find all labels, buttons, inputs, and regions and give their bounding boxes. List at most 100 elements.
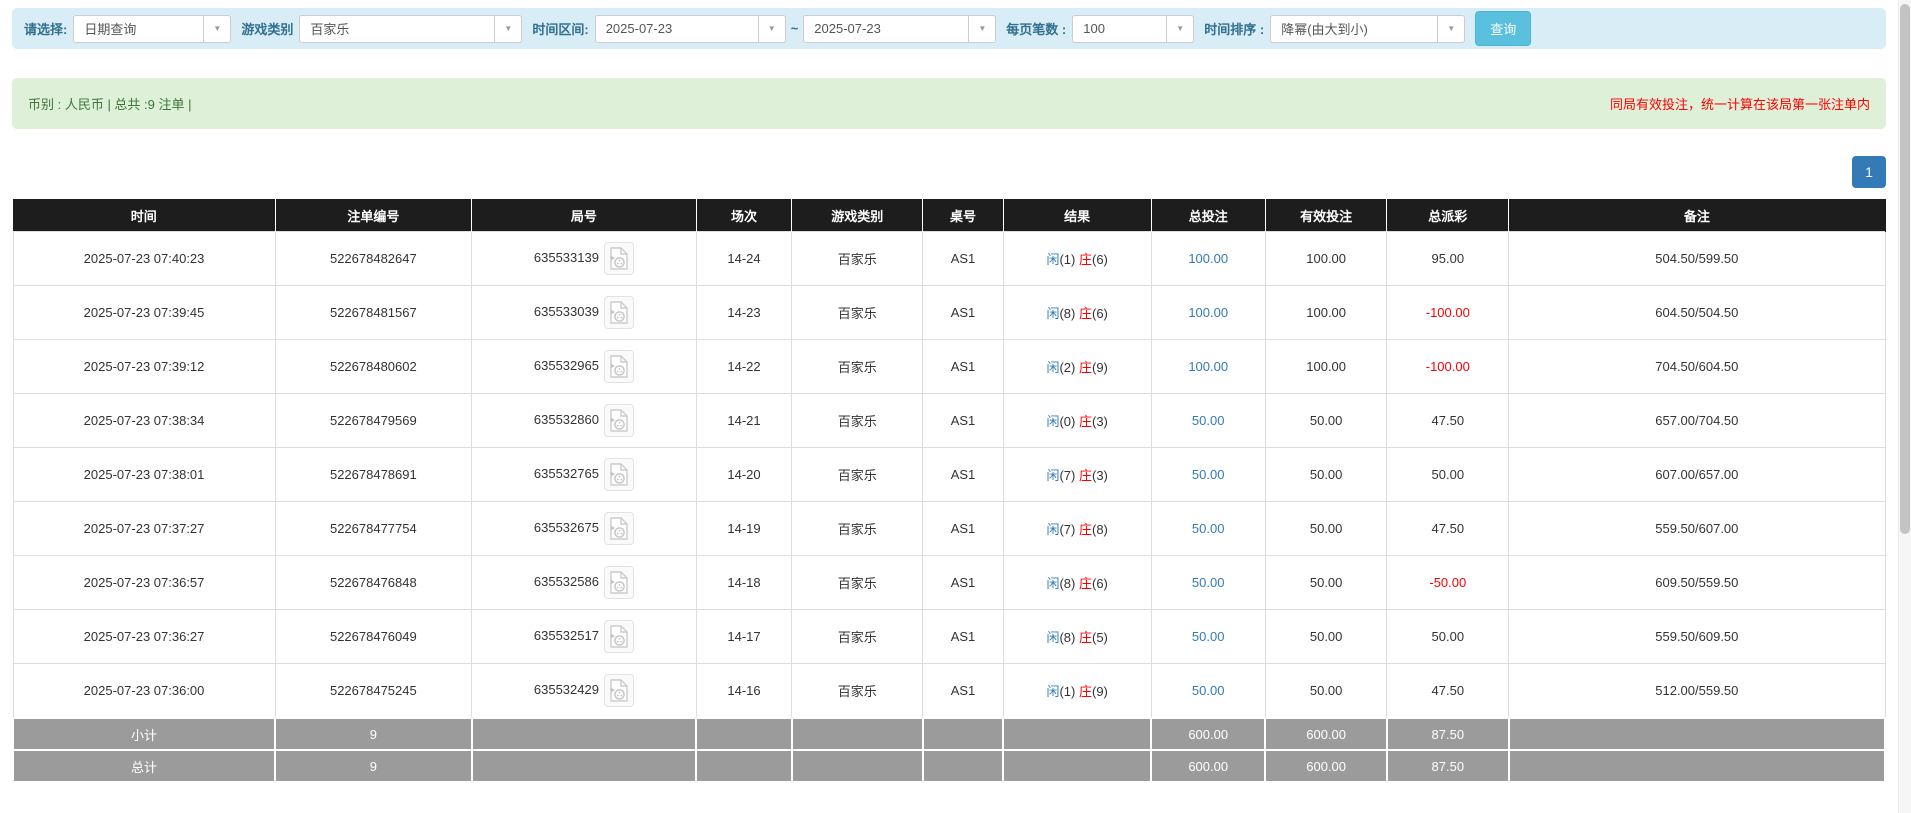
table-row: 2025-07-23 07:37:27 522678477754 6355326… [12,501,1886,556]
player-result-label: 闲 [1046,360,1060,375]
video-replay-button[interactable] [603,512,634,545]
subtotal-empty-cell [695,717,793,751]
note-cell: 559.50/609.50 [1508,609,1886,664]
valid-bet-cell: 50.00 [1264,447,1388,502]
chevron-down-icon: ▼ [968,15,995,42]
total-empty-cell [1002,749,1153,783]
bet-id-cell: 522678475245 [274,663,473,719]
subtotal-empty-cell [790,717,924,751]
total-bet-cell: 100.00 [1150,285,1266,340]
total-bet-link[interactable]: 50.00 [1192,467,1225,482]
page-size-select[interactable]: 100 ▼ [1072,14,1195,43]
round-cell: 635532517 [471,609,697,664]
round-cell: 635532675 [471,501,697,556]
payout-value: 50.00 [1431,629,1465,644]
table-no-cell: AS1 [922,447,1004,502]
table-no-cell: AS1 [922,339,1004,394]
column-header: 总派彩 [1386,199,1510,232]
total-bet-link[interactable]: 50.00 [1192,683,1225,698]
valid-bet-cell: 50.00 [1264,501,1388,556]
bet-id-cell: 522678479569 [274,393,473,448]
round-id: 635532586 [533,573,599,589]
filter-bar: 请选择: 日期查询 ▼ 游戏类别 百家乐 ▼ 时间区间: 2025-07-23 … [12,8,1886,49]
video-replay-button[interactable] [603,350,634,383]
video-file-icon [610,355,629,378]
table-no-cell: AS1 [922,555,1004,610]
column-header: 注单编号 [275,199,473,232]
date-to-select[interactable]: 2025-07-23 ▼ [803,14,997,43]
round-id: 635532765 [533,465,599,481]
range-separator: ~ [790,21,799,36]
total-row: 总计 9 600.00 600.00 87.50 [11,749,1887,783]
result-cell: 闲(8) 庄(5) [1002,609,1152,664]
banker-result-label: 庄 [1078,684,1092,699]
total-bet-link[interactable]: 100.00 [1188,251,1228,266]
video-replay-button[interactable] [603,242,634,275]
session-cell: 14-18 [695,555,793,610]
video-replay-button[interactable] [603,296,634,329]
video-replay-button[interactable] [603,404,634,437]
note-cell: 504.50/599.50 [1508,231,1886,286]
bet-records-table: 时间 注单编号 局号 场次 游戏类别 桌号 结果 总投注 有效投注 总派彩 备注 2025-07-2… [11,199,1887,783]
video-file-icon [610,409,629,432]
query-type-select[interactable]: 日期查询 ▼ [73,14,232,43]
time-sort-select[interactable]: 降幂(由大到小) ▼ [1270,14,1466,43]
total-bet-cell: 50.00 [1150,393,1266,448]
video-file-icon [610,247,629,270]
result-cell: 闲(1) 庄(6) [1002,231,1152,286]
scrollbar-thumb[interactable] [1900,4,1910,534]
total-empty-cell [470,749,698,783]
total-bet-link[interactable]: 50.00 [1192,521,1225,536]
payout-cell: 47.50 [1386,663,1510,719]
table-no-cell: AS1 [922,285,1004,340]
player-result-label: 闲 [1046,522,1060,537]
session-cell: 14-24 [695,231,793,286]
payout-cell: -100.00 [1386,285,1510,340]
session-cell: 14-23 [695,285,793,340]
total-empty-cell [695,749,793,783]
game-category-select[interactable]: 百家乐 ▼ [299,14,523,43]
player-result-label: 闲 [1046,252,1060,267]
table-no-cell: AS1 [922,393,1004,448]
total-bet-link[interactable]: 100.00 [1188,359,1228,374]
chevron-down-icon: ▼ [494,15,521,42]
subtotal-count: 9 [274,717,473,751]
round-id: 635532517 [533,627,599,643]
video-replay-button[interactable] [603,674,634,707]
banker-result-score: (9) [1092,684,1108,699]
total-bet-link[interactable]: 50.00 [1192,413,1225,428]
total-bet-cell: 100.00 [1150,339,1266,394]
banker-result-score: (9) [1092,360,1108,375]
note-cell: 607.00/657.00 [1508,447,1886,502]
player-result-label: 闲 [1046,414,1060,429]
summary-bar: 币别 : 人民币 | 总共 :9 注单 | 同局有效投注，统一计算在该局第一张注… [12,78,1886,129]
video-replay-button[interactable] [603,458,634,491]
total-bet-link[interactable]: 50.00 [1192,629,1225,644]
total-bet-link[interactable]: 100.00 [1188,305,1228,320]
round-cell: 635532965 [471,339,697,394]
video-replay-button[interactable] [603,620,634,653]
valid-bet-cell: 100.00 [1264,231,1388,286]
banker-result-score: (3) [1092,468,1108,483]
player-result-label: 闲 [1046,468,1060,483]
valid-bet-cell: 50.00 [1264,609,1388,664]
result-cell: 闲(2) 庄(9) [1002,339,1152,394]
payout-cell: -100.00 [1386,339,1510,394]
search-button[interactable]: 查询 [1475,11,1532,46]
column-header: 有效投注 [1265,199,1388,232]
round-cell: 635532429 [471,663,697,719]
result-cell: 闲(1) 庄(9) [1002,663,1152,719]
banker-result-label: 庄 [1078,522,1092,537]
total-bet-link[interactable]: 50.00 [1192,575,1225,590]
page-size-label: 每页笔数 : [1006,22,1067,37]
date-from-select[interactable]: 2025-07-23 ▼ [594,14,786,43]
note-cell: 559.50/607.00 [1508,501,1886,556]
session-cell: 14-20 [695,447,793,502]
video-file-icon [610,463,629,486]
page-1-button[interactable]: 1 [1852,156,1886,188]
video-replay-button[interactable] [603,566,634,599]
subtotal-empty-cell [1507,717,1887,751]
round-cell: 635533139 [471,231,697,286]
table-header-row: 时间 注单编号 局号 场次 游戏类别 桌号 结果 总投注 有效投注 总派彩 备注 [13,199,1886,232]
banker-result-label: 庄 [1078,468,1092,483]
